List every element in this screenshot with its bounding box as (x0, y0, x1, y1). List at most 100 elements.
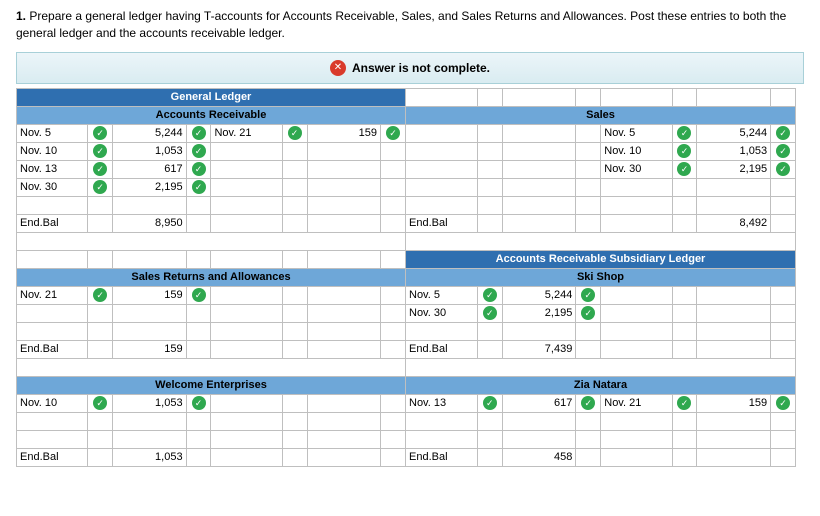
date-cell[interactable]: Nov. 10 (17, 142, 88, 160)
table-row (17, 322, 406, 340)
check-icon: ✓ (477, 286, 502, 304)
check-icon: ✓ (771, 142, 796, 160)
amount-cell[interactable]: 2,195 (113, 178, 187, 196)
general-ledger-header: General Ledger (17, 88, 406, 106)
sales-returns-header: Sales Returns and Allowances (17, 268, 406, 286)
date-cell[interactable]: Nov. 13 (406, 394, 477, 412)
endbal-label: End.Bal (17, 214, 88, 232)
balance-cell: 159 (113, 340, 187, 358)
check-icon: ✓ (576, 286, 601, 304)
endbal-label: End.Bal (406, 448, 477, 466)
table-row (406, 196, 796, 214)
amount-cell[interactable]: 2,195 (697, 160, 771, 178)
date-cell[interactable]: Nov. 10 (601, 142, 672, 160)
check-icon: ✓ (186, 160, 211, 178)
endbal-label: End.Bal (406, 340, 477, 358)
table-row (17, 196, 406, 214)
amount-cell[interactable]: 1,053 (697, 142, 771, 160)
table-row (17, 412, 406, 430)
table-row: Nov. 10 ✓ 1,053 ✓ (17, 394, 406, 412)
table-row (17, 304, 406, 322)
balance-row: End.Bal 1,053 (17, 448, 406, 466)
table-row: Nov. 5 ✓ 5,244 ✓ (406, 124, 796, 142)
date-cell[interactable]: Nov. 30 (601, 160, 672, 178)
amount-cell[interactable]: 5,244 (113, 124, 187, 142)
table-row: Nov. 30 ✓ 2,195 ✓ (406, 160, 796, 178)
endbal-label: End.Bal (17, 448, 88, 466)
check-icon: ✓ (771, 394, 796, 412)
amount-cell[interactable]: 1,053 (113, 142, 187, 160)
balance-row: End.Bal 458 (406, 448, 796, 466)
zia-header: Zia Natara (406, 376, 796, 394)
date-cell[interactable]: Nov. 30 (17, 178, 88, 196)
table-row (406, 412, 796, 430)
date-cell[interactable]: Nov. 5 (601, 124, 672, 142)
check-icon: ✓ (282, 124, 307, 142)
check-icon: ✓ (186, 178, 211, 196)
table-row (406, 88, 796, 106)
amount-cell[interactable]: 617 (502, 394, 576, 412)
table-row: Nov. 13 ✓ 617 ✓ Nov. 21 ✓ 159 ✓ (406, 394, 796, 412)
amount-cell[interactable]: 5,244 (697, 124, 771, 142)
table-row (17, 250, 406, 268)
balance-row: End.Bal 7,439 (406, 340, 796, 358)
right-ledger-table: Sales Nov. 5 ✓ 5,244 ✓ Nov. 10 ✓ 1,053 ✓ (406, 88, 796, 467)
accounts-receivable-header: Accounts Receivable (17, 106, 406, 124)
date-cell[interactable]: Nov. 21 (17, 286, 88, 304)
check-icon: ✓ (186, 394, 211, 412)
table-row: Nov. 10 ✓ 1,053 ✓ (17, 142, 406, 160)
error-icon: ✕ (330, 60, 346, 76)
check-icon: ✓ (672, 394, 697, 412)
check-icon: ✓ (186, 286, 211, 304)
table-row: Nov. 13 ✓ 617 ✓ (17, 160, 406, 178)
date-cell[interactable]: Nov. 5 (17, 124, 88, 142)
check-icon: ✓ (477, 304, 502, 322)
endbal-label: End.Bal (406, 214, 477, 232)
amount-cell[interactable]: 159 (307, 124, 381, 142)
balance-row: End.Bal 8,950 (17, 214, 406, 232)
check-icon: ✓ (576, 394, 601, 412)
balance-row: End.Bal 159 (17, 340, 406, 358)
check-icon: ✓ (576, 304, 601, 322)
check-icon: ✓ (88, 286, 113, 304)
check-icon: ✓ (186, 124, 211, 142)
amount-cell[interactable]: 159 (113, 286, 187, 304)
check-icon: ✓ (88, 160, 113, 178)
endbal-label: End.Bal (17, 340, 88, 358)
date-cell[interactable]: Nov. 21 (601, 394, 672, 412)
question-text: 1. Prepare a general ledger having T-acc… (16, 8, 804, 42)
amount-cell[interactable]: 2,195 (502, 304, 576, 322)
welcome-header: Welcome Enterprises (17, 376, 406, 394)
date-cell[interactable]: Nov. 21 (211, 124, 282, 142)
balance-row: End.Bal 8,492 (406, 214, 796, 232)
check-icon: ✓ (672, 124, 697, 142)
table-row: Nov. 5 ✓ 5,244 ✓ Nov. 21 ✓ 159 ✓ (17, 124, 406, 142)
balance-cell: 458 (502, 448, 576, 466)
alert-text: Answer is not complete. (352, 61, 490, 75)
date-cell[interactable]: Nov. 30 (406, 304, 477, 322)
ski-shop-header: Ski Shop (406, 268, 796, 286)
balance-cell: 1,053 (113, 448, 187, 466)
amount-cell[interactable]: 159 (697, 394, 771, 412)
check-icon: ✓ (186, 142, 211, 160)
balance-cell: 8,492 (697, 214, 771, 232)
left-ledger-table: General Ledger Accounts Receivable Nov. … (16, 88, 406, 467)
amount-cell[interactable]: 617 (113, 160, 187, 178)
amount-cell[interactable]: 5,244 (502, 286, 576, 304)
table-row: Nov. 10 ✓ 1,053 ✓ (406, 142, 796, 160)
check-icon: ✓ (88, 124, 113, 142)
balance-cell: 7,439 (502, 340, 576, 358)
check-icon: ✓ (88, 394, 113, 412)
question-body: Prepare a general ledger having T-accoun… (16, 9, 786, 40)
amount-cell[interactable]: 1,053 (113, 394, 187, 412)
check-icon: ✓ (771, 124, 796, 142)
question-number: 1. (16, 9, 26, 23)
table-row: Nov. 5 ✓ 5,244 ✓ (406, 286, 796, 304)
table-row: Nov. 30 ✓ 2,195 ✓ (17, 178, 406, 196)
date-cell[interactable]: Nov. 5 (406, 286, 477, 304)
table-row (17, 430, 406, 448)
check-icon: ✓ (672, 142, 697, 160)
date-cell[interactable]: Nov. 10 (17, 394, 88, 412)
completion-alert: ✕ Answer is not complete. (16, 52, 804, 84)
date-cell[interactable]: Nov. 13 (17, 160, 88, 178)
